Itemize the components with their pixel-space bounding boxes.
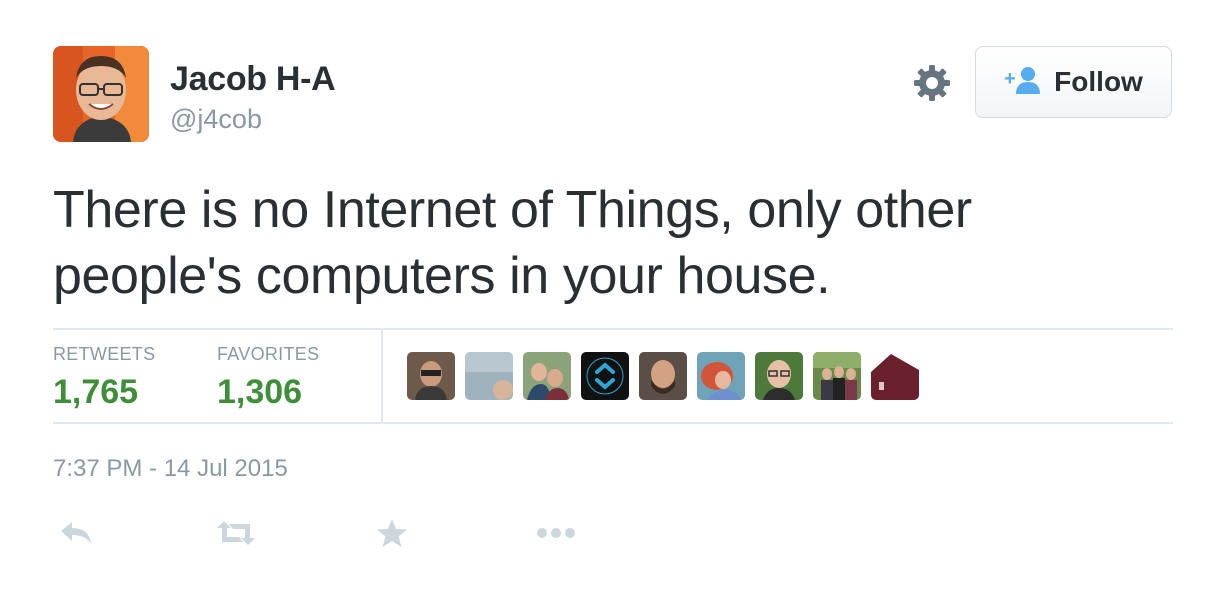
tweet-text: There is no Internet of Things, only oth… [53,177,1163,309]
retweeter-avatar[interactable] [871,352,919,400]
stats-divider-top [53,328,1173,330]
tweet-card: Jacob H-A @j4cob + Follow There is no In… [0,0,1216,606]
retweeter-avatar[interactable] [465,352,513,400]
tweet-timestamp[interactable]: 7:37 PM - 14 Jul 2015 [53,455,288,483]
follow-button[interactable]: + Follow [975,46,1172,118]
retweeter-avatar[interactable] [813,352,861,400]
favorites-stat[interactable]: FAVORITES 1,306 [217,344,319,412]
retweets-count: 1,765 [53,373,139,411]
person-plus-icon: + [1004,66,1042,99]
follow-button-label: Follow [1054,66,1143,97]
favorites-count: 1,306 [217,373,303,411]
retweet-icon[interactable] [214,514,258,552]
retweeter-avatar[interactable] [523,352,571,400]
stats-divider-bottom [53,422,1173,424]
star-icon[interactable] [370,514,414,552]
more-dots-icon[interactable] [534,514,578,552]
favorites-label: FAVORITES [217,344,320,364]
retweeter-avatar[interactable] [697,352,745,400]
user-handle[interactable]: @j4cob [170,104,262,135]
retweeter-avatar[interactable] [639,352,687,400]
retweeter-avatar[interactable] [581,352,629,400]
retweets-label: RETWEETS [53,344,156,364]
retweeter-avatar[interactable] [755,352,803,400]
user-fullname[interactable]: Jacob H-A [170,60,336,99]
tweet-text-line: people's computers in your house. [53,247,831,305]
retweeter-avatar[interactable] [407,352,455,400]
interaction-avatars [407,352,919,400]
profile-avatar[interactable] [53,46,149,142]
reply-icon[interactable] [54,514,98,552]
gear-icon[interactable] [912,63,952,103]
retweets-stat[interactable]: RETWEETS 1,765 [53,344,155,412]
svg-text:+: + [1004,68,1016,90]
tweet-text-line: There is no Internet of Things, only oth… [53,181,972,239]
stats-separator [381,329,383,422]
